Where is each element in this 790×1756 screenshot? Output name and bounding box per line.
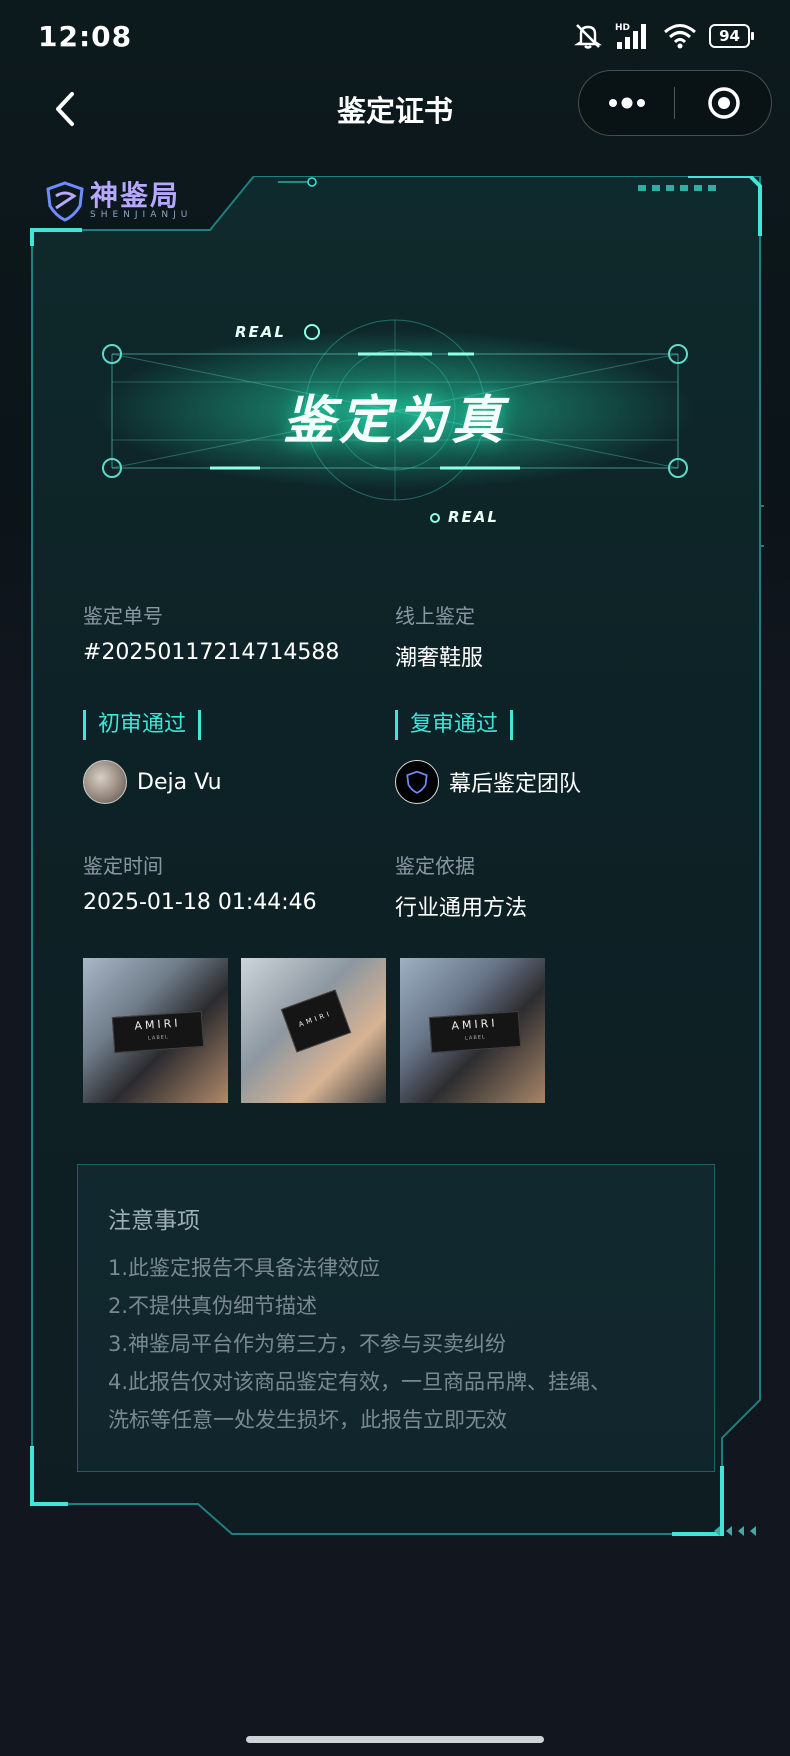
result-hero: REAL REAL 鉴定为真 [90, 300, 700, 530]
note-item: 2.不提供真伪细节描述 [108, 1294, 318, 1318]
wifi-icon [664, 24, 697, 49]
evidence-photo-1[interactable]: AMIRI LABEL [83, 958, 228, 1103]
svg-text:HD: HD [615, 23, 630, 33]
second-reviewer: 幕后鉴定团队 [395, 760, 581, 804]
status-icons: HD 94 [573, 22, 754, 50]
first-review-badge: 初审通过 [83, 710, 202, 740]
battery-icon: 94 [709, 24, 754, 48]
avatar [83, 760, 127, 804]
second-reviewer-name: 幕后鉴定团队 [449, 772, 582, 797]
second-review-badge: 复审通过 [395, 710, 514, 740]
service-type-value: 潮奢鞋服 [395, 646, 484, 671]
label-tag: AMIRI LABEL [428, 1010, 522, 1054]
more-button[interactable] [579, 71, 674, 135]
brand-name: 神鉴局 [90, 179, 181, 212]
capsule-divider [674, 87, 675, 119]
appraisal-basis-value: 行业通用方法 [395, 896, 528, 921]
appraisal-time-value: 2025-01-18 01:44:46 [83, 890, 317, 915]
order-number-label: 鉴定单号 [83, 604, 163, 628]
evidence-photo-3[interactable]: AMIRI LABEL [400, 958, 545, 1103]
mini-program-capsule [578, 70, 772, 136]
real-badge-top: REAL [235, 323, 286, 341]
brand-logo: 神鉴局 SHENJIANJU [44, 180, 192, 222]
home-indicator[interactable] [246, 1736, 544, 1743]
signal-icon: HD [615, 23, 647, 49]
order-number-value: #20250117214714588 [83, 640, 340, 665]
shield-logo-icon [46, 181, 84, 222]
team-avatar [395, 760, 439, 804]
first-reviewer: Deja Vu [83, 760, 222, 804]
note-item: 3.神鉴局平台作为第三方，不参与买卖纠纷 [108, 1332, 507, 1356]
note-item: 洗标等任意一处发生损坏，此报告立即无效 [108, 1408, 507, 1432]
corner-arrows-decoration [714, 1526, 756, 1536]
notes-list: 1.此鉴定报告不具备法律效应 2.不提供真伪细节描述 3.神鉴局平台作为第三方，… [108, 1249, 698, 1439]
status-time: 12:08 [38, 20, 133, 53]
shield-logo-icon [406, 770, 428, 794]
appraisal-basis-label: 鉴定依据 [395, 854, 475, 878]
note-item: 1.此鉴定报告不具备法律效应 [108, 1256, 381, 1280]
more-dots-icon [608, 97, 645, 109]
notes-title: 注意事项 [108, 1208, 200, 1234]
nav-bar: 鉴定证书 [0, 70, 790, 170]
close-mini-program-button[interactable] [676, 71, 771, 135]
label-tag: AMIRI [280, 989, 352, 1053]
mute-bell-icon [574, 24, 603, 49]
target-close-icon [707, 87, 740, 119]
evidence-photo-2[interactable]: AMIRI [241, 958, 386, 1103]
status-bar: 12:08 HD 94 [0, 0, 790, 78]
first-reviewer-name: Deja Vu [137, 769, 222, 795]
appraisal-time-label: 鉴定时间 [83, 854, 163, 878]
notes-panel: 注意事项 1.此鉴定报告不具备法律效应 2.不提供真伪细节描述 3.神鉴局平台作… [77, 1164, 715, 1472]
result-title: 鉴定为真 [282, 391, 507, 451]
brand-subtitle: SHENJIANJU [90, 210, 193, 220]
note-item: 4.此报告仅对该商品鉴定有效，一旦商品吊牌、挂绳、 [108, 1370, 612, 1394]
label-tag: AMIRI LABEL [111, 1010, 205, 1054]
service-type-label: 线上鉴定 [395, 604, 475, 628]
real-badge-bottom: REAL [448, 508, 499, 526]
